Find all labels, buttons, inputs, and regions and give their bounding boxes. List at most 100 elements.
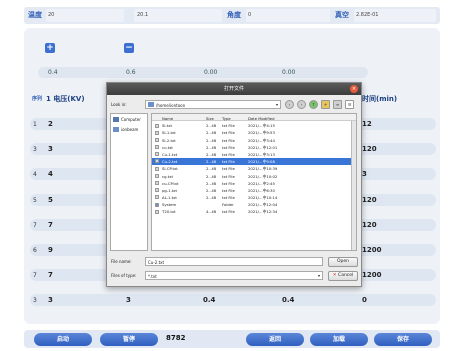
table-row[interactable]: 3 3 3 0.4 0.4 0 [30,294,436,306]
filename-input[interactable]: Cu-2.txt [145,257,323,266]
file-size: 2...tB [206,144,217,150]
file-size: 2...tB [206,137,217,143]
file-row[interactable]: pg-1.txt 2...tB txt File 2021/...中6:30 [152,187,351,194]
open-button[interactable]: Open [328,257,358,267]
plus-button[interactable]: + [45,43,55,53]
file-name: cu-CP.txt [162,180,179,186]
chevron-down-icon: ▾ [317,273,320,278]
time-header: 时间(min) [362,95,398,103]
angle-value: 0 [248,12,252,18]
sidebar-item-computer[interactable]: Computer [121,117,141,122]
file-row[interactable]: SI-1.txt 2...tB txt File 2021/...中9:53 [152,129,351,136]
file-icon [155,152,159,157]
column-type[interactable]: Type [222,116,231,121]
chevron-down-icon: ▾ [275,102,278,107]
index-header: 序列 [32,96,43,102]
minus-button[interactable]: − [124,43,134,53]
open-file-dialog: 打开文件 × Look in: /home/iontoon ▾ ‹ › ↑ + … [106,82,362,287]
values-row: 0.4 0.6 0.00 0.00 [38,67,368,78]
dialog-title: 打开文件 [107,83,361,95]
vacuum-label: 真空 [335,11,349,19]
folder-icon [155,202,159,207]
places-sidebar: Computer ionbeam [110,113,148,251]
voltage-header: 1 电压(KV) [46,95,85,103]
vacuum-value: 2.82E-01 [356,12,379,18]
temperature-label: 温度 [28,11,42,19]
file-row[interactable]: SI-CP.txt 2...tB txt File 2021/...中10:39 [152,165,351,172]
start-button[interactable]: 启动 [34,333,92,346]
file-row[interactable]: SI.txt 2...tB txt File 2021/...中4:15 [152,122,351,129]
lookin-label: Look in: [111,102,127,107]
scrollbar[interactable] [351,121,356,250]
file-icon [155,145,159,150]
file-icon [155,159,159,164]
file-row[interactable]: cg.txt 2...tB txt File 2021/...中10:02 [152,172,351,179]
folder-icon [113,127,119,132]
load-button[interactable]: 加载 [310,333,368,346]
filetype-value: *.txt [148,273,157,279]
column-date[interactable]: Date Modified [248,116,274,121]
file-name: cu.txt [162,144,173,150]
column-name[interactable]: Name [162,116,173,121]
file-row[interactable]: cu-CP.txt 2...tB txt File 2021/...中2:45 [152,180,351,187]
file-row[interactable]: cu.txt 2...tB txt File 2021/...中12:01 [152,144,351,151]
temperature-value-2: 20.1 [137,12,149,18]
file-icon [155,195,159,200]
file-list: Name Size Type Date Modified SI.txt 2...t… [151,113,357,251]
file-row[interactable]: Cu-1.txt 2...tB txt File 2021/...中3:13 [152,151,351,158]
file-type: txt File [222,130,235,136]
column-size[interactable]: Size [206,116,214,121]
sidebar-item-ionbeam[interactable]: ionbeam [121,127,138,132]
file-rows: SI.txt 2...tB txt File 2021/...中4:15 SI-1.tx… [152,122,351,215]
file-row[interactable]: System Folder 2021/...中12:04 [152,201,351,208]
temperature-field: 20 [46,9,124,22]
file-list-header: Name Size Type Date Modified [152,114,356,121]
save-button[interactable]: 保存 [374,333,432,346]
file-size: 4...tB [206,209,217,215]
file-name: SI-1.txt [162,130,176,136]
file-type: txt File [222,144,235,150]
file-icon [155,181,159,185]
file-type: txt File [222,209,235,215]
bottom-toolbar: 启动 暂停 8782 返回 加载 保存 [24,330,440,348]
file-row[interactable]: SI-2.txt 2...tB txt File 2021/...中3:44 [152,136,351,143]
detail-view-icon[interactable]: ☰ [345,100,354,109]
file-size: 2...tB [206,151,217,157]
back-icon[interactable]: ‹ [285,100,294,109]
file-icon [155,123,159,128]
value-cell: 0.00 [204,69,218,76]
file-size: 2...tB [206,166,217,172]
lookin-dropdown[interactable]: /home/iontoon ▾ [145,100,281,109]
file-icon [155,137,159,142]
lookin-path: /home/iontoon [156,102,186,108]
file-row[interactable]: AL-1.txt 2...tB txt File 2021/...中10:14 [152,194,351,201]
file-row[interactable]: Cu-2.txt 2...tB txt File 2021/...中9:08 [152,157,351,166]
file-row[interactable]: T20.txt 4...tB txt File 2021/...中12:34 [152,208,351,215]
file-name: T20.txt [162,209,176,215]
file-size: 2...tB [206,187,217,193]
file-type: txt File [222,180,235,186]
file-name: AL-1.txt [162,195,177,201]
cancel-button-label: Cancel [338,273,354,278]
filetype-select[interactable]: *.txt ▾ [145,271,323,280]
new-folder-icon[interactable]: + [321,100,330,109]
file-name: SI.txt [162,123,172,129]
file-date: 2021/...中12:34 [248,209,278,215]
back-button[interactable]: 返回 [246,333,304,346]
forward-icon[interactable]: › [297,100,306,109]
file-name: SI-2.txt [162,137,176,143]
file-size: 2...tB [206,173,217,179]
temperature-value: 20 [48,12,55,18]
filename-label: File name: [111,259,132,264]
pause-button[interactable]: 暂停 [100,333,158,346]
file-icon [155,209,159,214]
close-icon[interactable]: × [350,85,358,93]
folder-icon [148,102,154,107]
parent-folder-icon[interactable]: ↑ [309,100,318,109]
file-type: txt File [222,173,235,179]
cancel-button[interactable]: ✕ Cancel [328,271,358,281]
file-name: SI-CP.txt [162,166,178,172]
file-name: pg-1.txt [162,187,178,193]
list-view-icon[interactable]: ≡ [333,100,342,109]
file-type: txt File [222,151,235,157]
